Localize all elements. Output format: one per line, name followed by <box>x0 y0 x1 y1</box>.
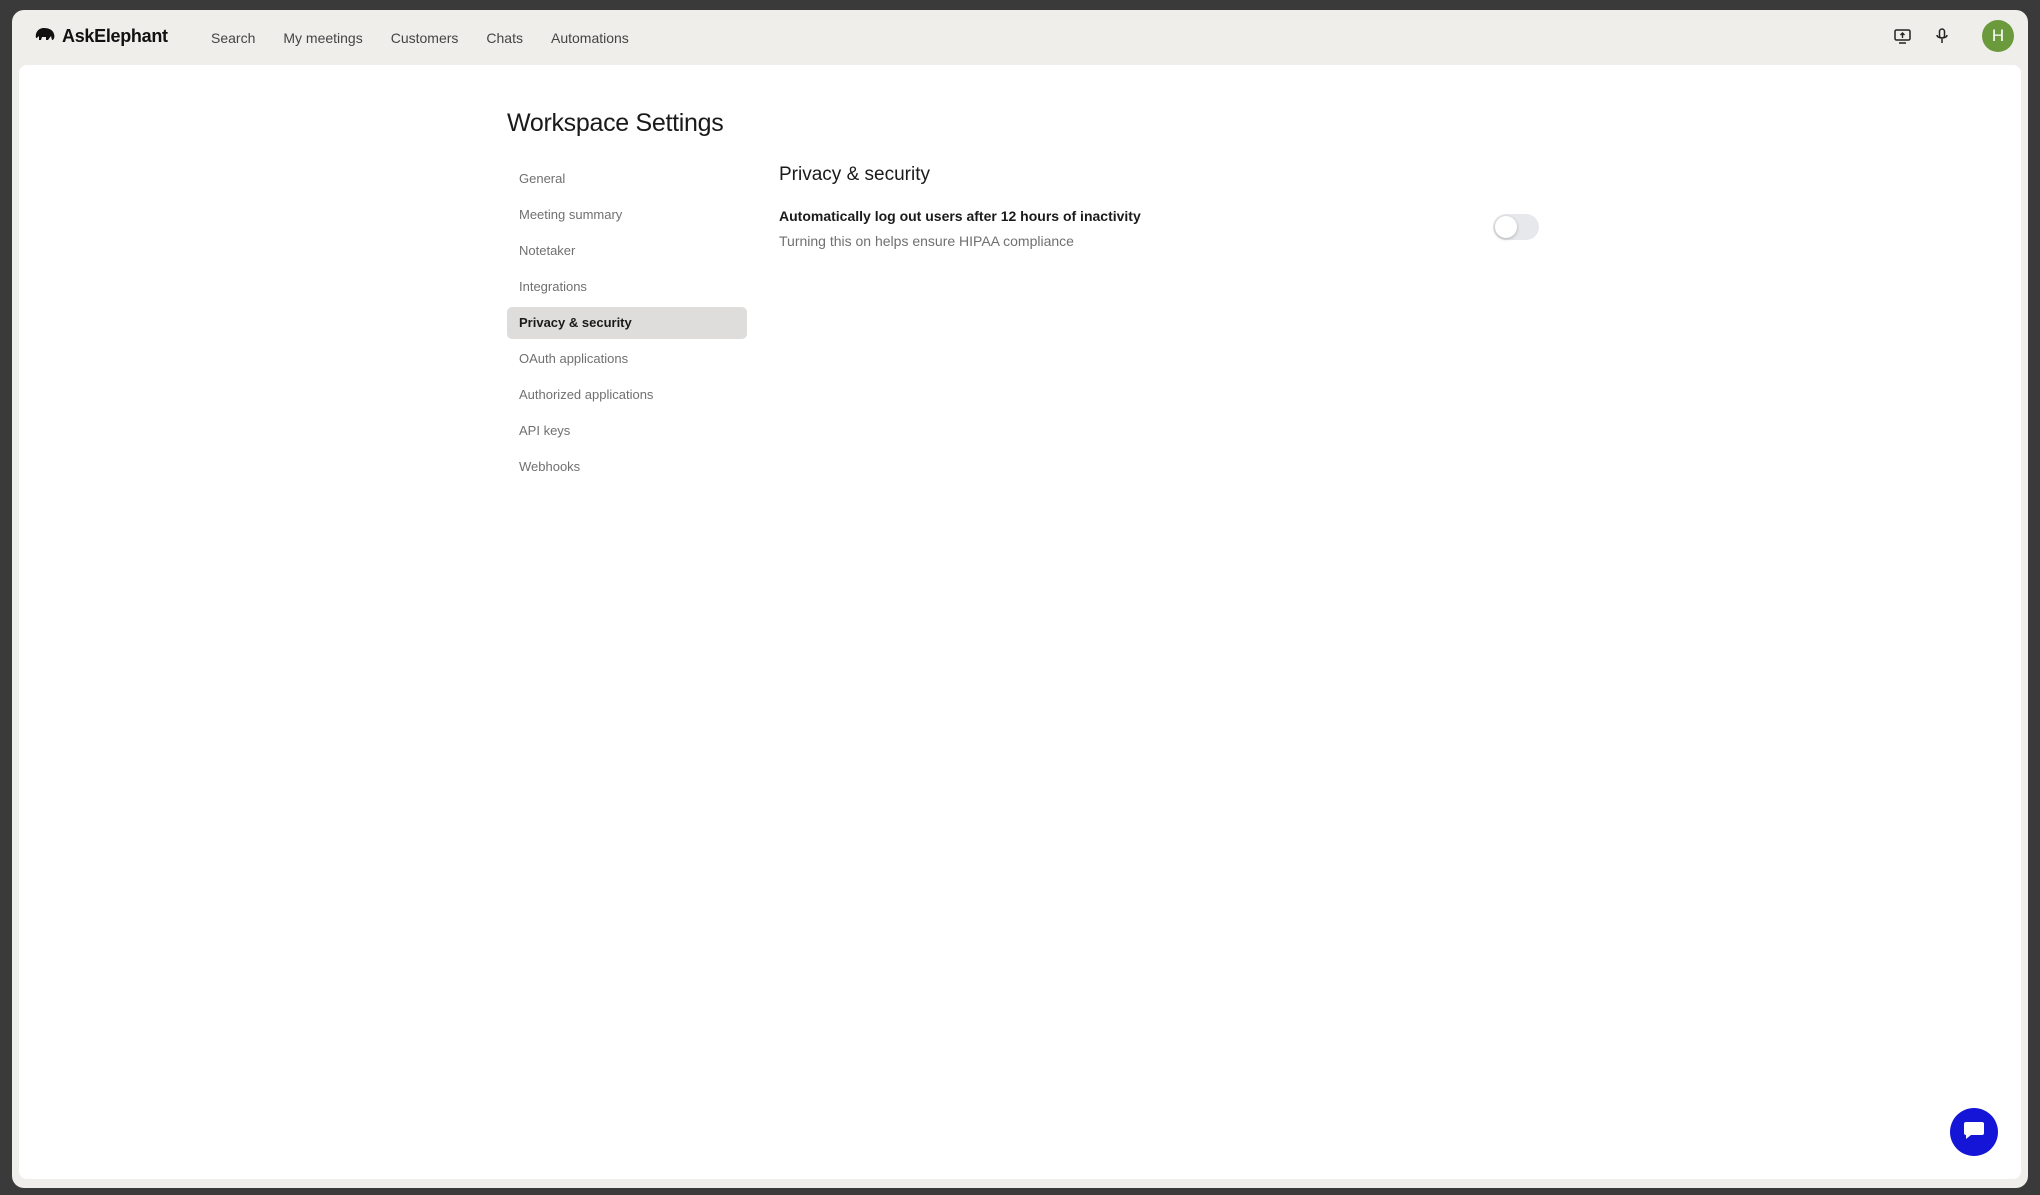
setting-description: Turning this on helps ensure HIPAA compl… <box>779 233 1074 249</box>
setting-label: Automatically log out users after 12 hou… <box>779 208 1141 224</box>
sidebar-item-meeting-summary[interactable]: Meeting summary <box>507 199 747 231</box>
nav-chats[interactable]: Chats <box>486 26 523 50</box>
main-nav: Search My meetings Customers Chats Autom… <box>211 10 629 65</box>
settings-sidebar: General Meeting summary Notetaker Integr… <box>507 163 747 487</box>
sidebar-item-integrations[interactable]: Integrations <box>507 271 747 303</box>
app-window: AskElephant Search My meetings Customers… <box>12 10 2028 1188</box>
elephant-icon <box>34 26 56 47</box>
auto-logout-toggle[interactable] <box>1493 214 1539 240</box>
nav-search[interactable]: Search <box>211 26 255 50</box>
nav-customers[interactable]: Customers <box>391 26 459 50</box>
app-logo[interactable]: AskElephant <box>34 26 168 47</box>
nav-my-meetings[interactable]: My meetings <box>283 26 362 50</box>
app-name: AskElephant <box>62 26 168 46</box>
sidebar-item-oauth-applications[interactable]: OAuth applications <box>507 343 747 375</box>
toggle-knob <box>1495 216 1517 238</box>
main-content: Workspace Settings General Meeting summa… <box>19 65 2021 1179</box>
page-title: Workspace Settings <box>507 109 724 137</box>
sidebar-item-notetaker[interactable]: Notetaker <box>507 235 747 267</box>
top-bar: AskElephant Search My meetings Customers… <box>12 10 2028 65</box>
sidebar-item-privacy-security[interactable]: Privacy & security <box>507 307 747 339</box>
microphone-icon[interactable] <box>1932 26 1952 46</box>
sidebar-item-authorized-applications[interactable]: Authorized applications <box>507 379 747 411</box>
sidebar-item-webhooks[interactable]: Webhooks <box>507 451 747 483</box>
sidebar-item-api-keys[interactable]: API keys <box>507 415 747 447</box>
settings-panel: Privacy & security Automatically log out… <box>779 164 1539 258</box>
user-avatar[interactable]: H <box>1982 20 2014 52</box>
panel-title: Privacy & security <box>779 164 930 185</box>
chat-bubble-icon <box>1963 1120 1985 1145</box>
chat-button[interactable] <box>1950 1108 1998 1156</box>
screen-share-icon[interactable] <box>1892 26 1912 46</box>
sidebar-item-general[interactable]: General <box>507 163 747 195</box>
auto-logout-setting: Automatically log out users after 12 hou… <box>779 208 1539 258</box>
nav-automations[interactable]: Automations <box>551 26 629 50</box>
top-actions: H <box>1892 20 2014 52</box>
